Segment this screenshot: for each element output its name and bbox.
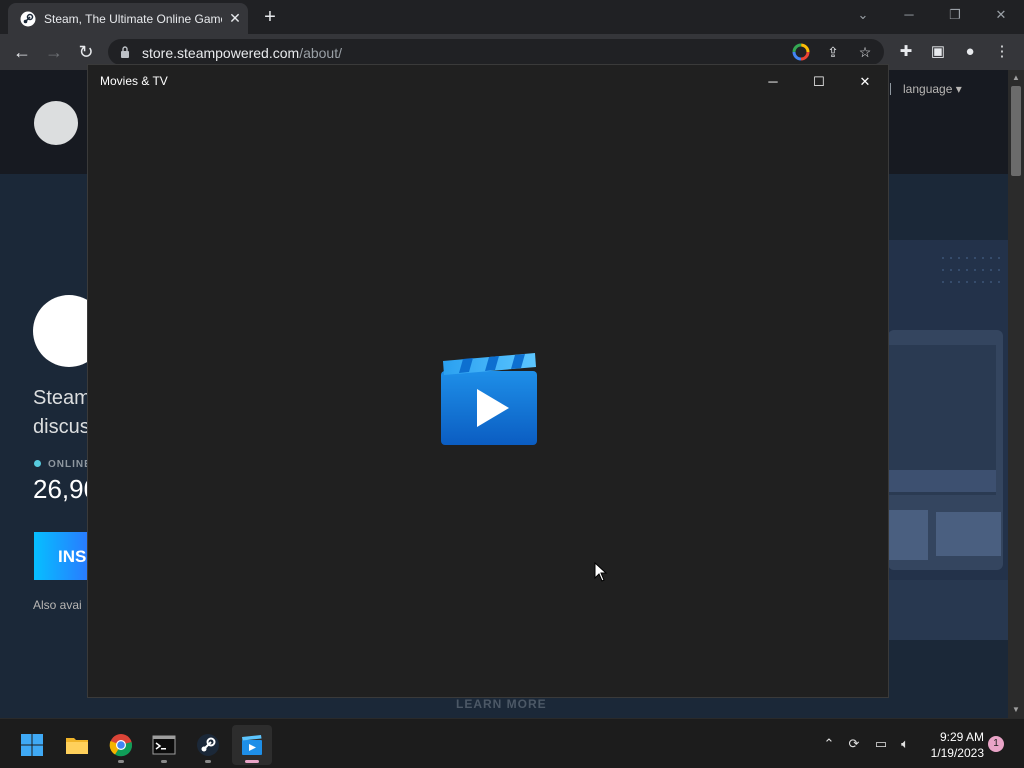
window-restore-button[interactable]: ❐ xyxy=(940,4,970,26)
learn-more-link[interactable]: LEARN MORE xyxy=(456,697,547,711)
active-indicator xyxy=(245,760,259,763)
window-minimize-button[interactable]: ─ xyxy=(894,4,924,26)
start-button[interactable] xyxy=(12,725,52,765)
terminal-button[interactable] xyxy=(144,725,184,765)
online-label: ONLINE xyxy=(48,459,92,470)
movies-minimize-button[interactable]: ─ xyxy=(751,69,795,95)
lock-icon xyxy=(121,46,129,58)
movies-close-button[interactable]: ✕ xyxy=(843,69,887,95)
address-bar[interactable]: store.steampowered.com/about/ ⇪ ☆ xyxy=(108,39,884,65)
steam-button[interactable] xyxy=(188,725,228,765)
hero-line-2: discus xyxy=(33,416,90,438)
steam-icon xyxy=(197,734,219,756)
scroll-thumb[interactable] xyxy=(1011,86,1021,176)
hero-text: Steam discus xyxy=(33,384,93,442)
google-icon[interactable] xyxy=(792,43,810,61)
window-title: Movies & TV xyxy=(100,74,168,88)
file-explorer-button[interactable] xyxy=(57,725,97,765)
url-path: /about/ xyxy=(299,45,343,61)
language-selector[interactable]: language ▾ xyxy=(903,82,962,96)
menu-icon[interactable]: ⋮ xyxy=(992,42,1012,62)
movies-tv-window[interactable]: Movies & TV ─ ☐ ✕ xyxy=(87,64,889,698)
url-host: store.steampowered.com xyxy=(142,45,300,61)
windows-taskbar: ⌃ ⟳ ▭ 🔈︎ 9:29 AM 1/19/2023 1 xyxy=(0,718,1024,768)
hero-artwork xyxy=(888,240,1008,640)
tab-search-icon[interactable]: ⌄ xyxy=(848,4,878,26)
window-close-button[interactable]: ✕ xyxy=(986,4,1016,26)
url-text: store.steampowered.com/about/ xyxy=(142,45,342,61)
network-icon[interactable]: ▭ xyxy=(872,735,890,753)
browser-tab[interactable]: Steam, The Ultimate Online Game Platform… xyxy=(8,3,248,34)
steam-logo-icon[interactable] xyxy=(34,101,78,145)
caret-down-icon: ▾ xyxy=(955,82,962,96)
also-available-text: Also avai xyxy=(33,598,82,612)
profile-icon[interactable]: ● xyxy=(960,42,980,62)
page-scrollbar[interactable]: ▲ ▼ xyxy=(1008,70,1024,718)
movies-maximize-button[interactable]: ☐ xyxy=(797,69,841,95)
windows-start-icon xyxy=(21,734,43,756)
mouse-cursor-icon xyxy=(594,562,608,582)
sync-icon[interactable]: ⟳ xyxy=(845,735,863,753)
running-indicator xyxy=(205,760,211,763)
browser-tab-strip: Steam, The Ultimate Online Game Platform… xyxy=(0,0,1024,34)
online-status-dot xyxy=(34,460,41,467)
hero-line-1: Steam xyxy=(33,387,91,409)
reload-button[interactable]: ↻ xyxy=(74,40,98,64)
volume-icon[interactable]: 🔈︎ xyxy=(896,735,914,753)
terminal-icon xyxy=(152,735,176,755)
show-hidden-icons-icon[interactable]: ⌃ xyxy=(820,735,838,753)
tab-title: Steam, The Ultimate Online Game Platform xyxy=(44,12,222,26)
movies-tv-button[interactable] xyxy=(232,725,272,765)
language-label: language xyxy=(903,82,953,96)
running-indicator xyxy=(161,760,167,763)
bookmark-star-icon[interactable]: ☆ xyxy=(856,43,874,61)
install-steam-button[interactable]: INS xyxy=(34,532,94,580)
file-explorer-icon xyxy=(66,738,88,754)
share-icon[interactable]: ⇪ xyxy=(824,43,842,61)
running-indicator xyxy=(118,760,124,763)
scroll-up-icon[interactable]: ▲ xyxy=(1008,70,1024,86)
clock-time[interactable]: 9:29 AM xyxy=(928,730,984,744)
notification-badge[interactable]: 1 xyxy=(988,736,1004,752)
language-separator xyxy=(890,83,891,95)
steam-favicon-icon xyxy=(20,11,36,27)
side-panel-icon[interactable]: ▣ xyxy=(928,42,948,62)
extensions-icon[interactable]: ✚ xyxy=(896,42,916,62)
clock-date[interactable]: 1/19/2023 xyxy=(920,746,984,760)
movies-tv-icon xyxy=(242,735,262,755)
forward-button[interactable]: → xyxy=(42,40,66,64)
scroll-down-icon[interactable]: ▼ xyxy=(1008,702,1024,718)
chrome-button[interactable] xyxy=(101,725,141,765)
tab-close-button[interactable]: ✕ xyxy=(226,9,244,27)
chrome-icon xyxy=(109,734,133,757)
back-button[interactable]: ← xyxy=(10,40,34,64)
movies-tv-splash-icon xyxy=(441,353,537,445)
new-tab-button[interactable]: + xyxy=(258,6,282,28)
